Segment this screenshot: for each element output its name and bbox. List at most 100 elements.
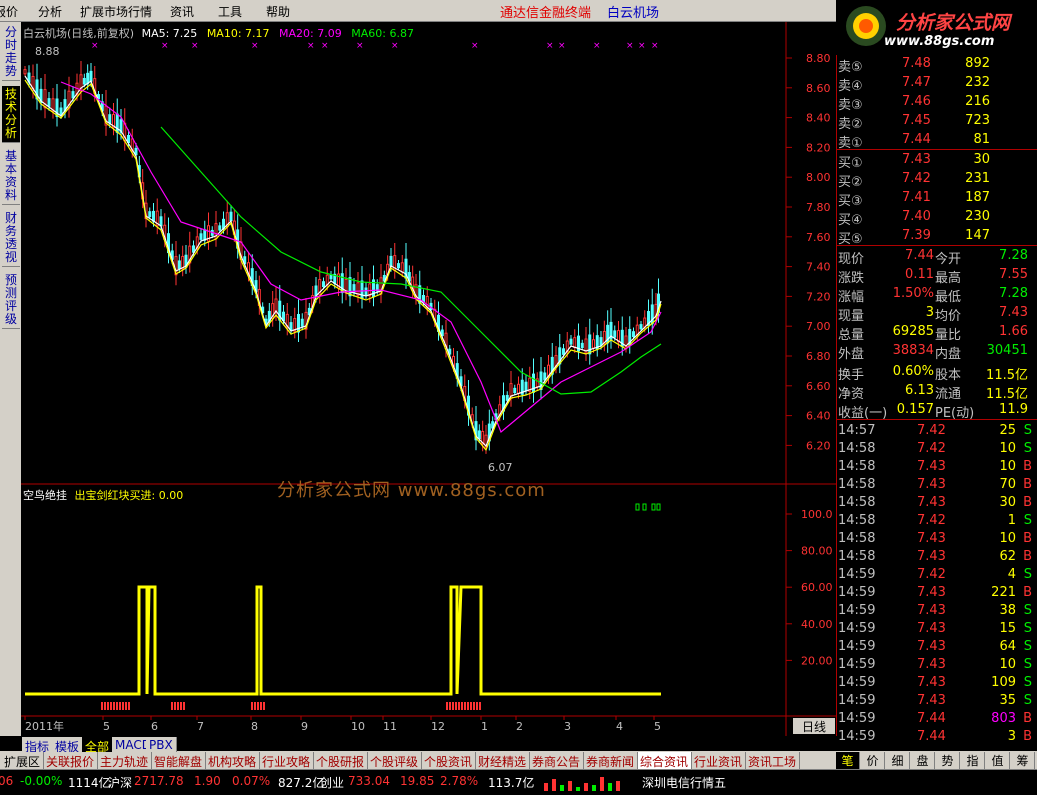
quote-label: 今开 [935, 252, 962, 267]
ask-price: 7.46 [902, 94, 931, 109]
menu-news[interactable]: 资讯 [170, 3, 194, 20]
panel-tab[interactable]: 指 [961, 752, 985, 769]
tick-price: 7.43 [917, 675, 946, 690]
date-label: 12 [431, 720, 445, 733]
candle-body [513, 387, 517, 394]
function-tab[interactable]: 行业资讯 [692, 752, 746, 769]
quote-value: 0.11 [905, 267, 934, 282]
candle-body [59, 107, 63, 116]
bid-row: 买② 7.42 231 [837, 170, 1037, 190]
quote-label: 外盘 [838, 347, 865, 362]
signal-marker: × [356, 41, 364, 51]
tick-price: 7.43 [917, 693, 946, 708]
quote-row: 外盘 38834 内盘 30451 [837, 342, 1037, 362]
status-news[interactable]: 深圳电信行情五 [642, 774, 727, 791]
tab-technical[interactable]: 技术分析 [2, 86, 20, 143]
tick-side: S [1023, 513, 1032, 528]
candle-body [148, 211, 152, 218]
tick-row: 14:58 7.43 30 B [837, 494, 1037, 512]
candle-body [23, 69, 27, 75]
menu-ext-market[interactable]: 扩展市场行情 [80, 3, 152, 20]
signal-bar [125, 702, 127, 710]
menu-help[interactable]: 帮助 [266, 3, 290, 20]
price-tick-label: 7.40 [806, 261, 831, 274]
status-amt3: 113.7亿 [488, 776, 535, 790]
quote-value: 3 [925, 305, 934, 320]
status-idx: 2717.78 [134, 774, 184, 788]
tick-vol: 62 [999, 549, 1016, 564]
quote-tick-divider [837, 419, 1037, 420]
period-label[interactable]: 日线 [793, 718, 835, 734]
function-tab[interactable]: 资讯工场 [746, 752, 800, 769]
function-tab[interactable]: 券商新闻 [584, 752, 638, 769]
status-bars-icon [544, 777, 620, 791]
bid-label: 买③ [838, 194, 863, 209]
signal-bar [470, 702, 472, 710]
panel-tab[interactable]: 盘 [911, 752, 935, 769]
menu-tools[interactable]: 工具 [218, 3, 242, 20]
signal-marker: × [161, 41, 169, 51]
function-tab[interactable]: 智能解盘 [152, 752, 206, 769]
tab-fundamental[interactable]: 基本资料 [2, 148, 20, 205]
candle-body [639, 324, 643, 330]
quote-label: 流通 [935, 387, 962, 402]
panel-tab[interactable]: 筹 [1011, 752, 1035, 769]
candle-body [580, 342, 584, 349]
tick-time: 14:59 [838, 567, 876, 582]
tick-time: 14:59 [838, 603, 876, 618]
tick-time: 14:58 [838, 459, 876, 474]
tab-timeshare[interactable]: 分时走势 [2, 24, 20, 81]
function-tab[interactable]: 扩展区 [2, 752, 44, 769]
quote-value: 7.44 [905, 248, 934, 263]
tick-time: 14:59 [838, 693, 876, 708]
function-tab[interactable]: 个股研报 [314, 752, 368, 769]
menu-quote[interactable]: 报价 [0, 3, 18, 20]
function-tab[interactable]: 综合资讯 [638, 752, 692, 769]
bid-price: 7.43 [902, 152, 931, 167]
quote-row: 净资 6.13 流通 11.5亿 [837, 382, 1037, 402]
bid-price: 7.41 [902, 190, 931, 205]
panel-tab[interactable]: 笔 [836, 752, 860, 769]
function-tab[interactable]: 财经精选 [476, 752, 530, 769]
chart-area[interactable]: 8.80 8.60 8.40 8.20 8.00 7.80 7.60 7.40 7.20 7.00… [21, 22, 836, 736]
quote-value: 7.28 [999, 248, 1028, 263]
chart-canvas[interactable]: 8.80 8.60 8.40 8.20 8.00 7.80 7.60 7.40 7.20 7.00… [21, 22, 836, 736]
function-tab[interactable]: 个股资讯 [422, 752, 476, 769]
panel-tab[interactable]: 细 [886, 752, 910, 769]
function-tab[interactable]: 个股评级 [368, 752, 422, 769]
function-tab[interactable]: 主力轨迹 [98, 752, 152, 769]
ask-row: 卖⑤ 7.48 892 [837, 55, 1037, 75]
tab-finance[interactable]: 财务透视 [2, 210, 20, 267]
function-tab[interactable]: 机构攻略 [206, 752, 260, 769]
tick-vol: 803 [991, 711, 1016, 726]
ma60-label: MA60: 6.87 [351, 27, 414, 40]
tick-side: S [1023, 639, 1032, 654]
function-tab[interactable]: 关联报价 [44, 752, 98, 769]
tick-time: 14:58 [838, 513, 876, 528]
tab-forecast[interactable]: 预测评级 [2, 272, 20, 329]
signal-marker: × [626, 41, 634, 51]
panel-tab[interactable]: 势 [936, 752, 960, 769]
tick-price: 7.43 [917, 495, 946, 510]
tick-vol: 1 [1007, 513, 1016, 528]
panel-tab[interactable]: 值 [986, 752, 1010, 769]
quote-value: 6.13 [905, 383, 934, 398]
date-label: 2 [516, 720, 523, 733]
signal-bar [455, 702, 457, 710]
candle-body [532, 373, 535, 393]
tick-row: 14:59 7.43 64 S [837, 638, 1037, 656]
tick-row: 14:58 7.42 1 S [837, 512, 1037, 530]
tick-vol: 30 [999, 495, 1016, 510]
function-tab[interactable]: 行业攻略 [260, 752, 314, 769]
date-label: 2011年 [25, 719, 64, 733]
signal-marker: × [251, 41, 259, 51]
tick-time: 14:59 [838, 639, 876, 654]
bid-vol: 147 [965, 228, 990, 243]
signal-bar [113, 702, 115, 710]
menu-analysis[interactable]: 分析 [38, 3, 62, 20]
tick-side: S [1023, 423, 1032, 438]
panel-tab[interactable]: 价 [861, 752, 885, 769]
function-tab[interactable]: 券商公告 [530, 752, 584, 769]
candle-body [539, 371, 543, 390]
tick-time: 14:59 [838, 711, 876, 726]
